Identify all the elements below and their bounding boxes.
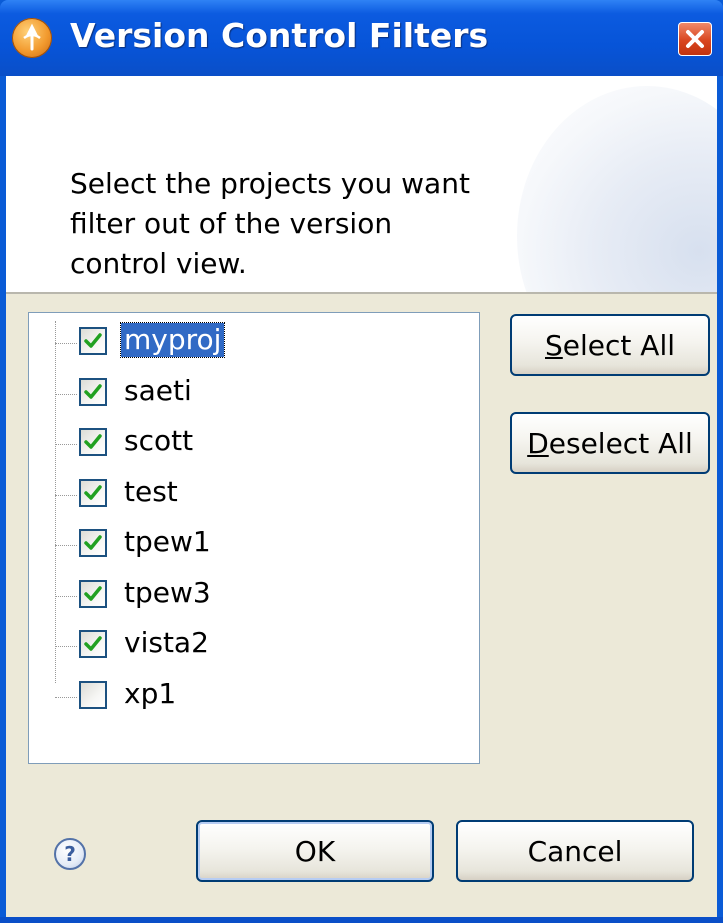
dialog-window: Version Control Filters Select the proje… <box>0 0 723 923</box>
project-name: vista2 <box>124 626 209 659</box>
deselect-all-button[interactable]: Deselect All <box>510 412 710 474</box>
message-banner: Select the projects you want filter out … <box>6 76 717 294</box>
eclipse-orange-icon <box>12 18 52 58</box>
checkbox-checked[interactable] <box>79 327 107 355</box>
checkbox-checked[interactable] <box>79 478 107 507</box>
checkmark-icon <box>84 434 102 449</box>
checkbox-checked[interactable] <box>79 529 107 557</box>
banner-graphic <box>517 86 717 292</box>
checkmark-icon <box>84 535 102 550</box>
dialog-client-area: Select the projects you want filter out … <box>6 76 717 917</box>
title-bar[interactable]: Version Control Filters <box>0 0 723 76</box>
checkmark-icon <box>84 333 102 348</box>
tree-connector <box>55 696 77 698</box>
checkmark-icon <box>84 585 102 601</box>
project-name: tpew3 <box>124 575 211 609</box>
deselect-all-mnemonic: D <box>527 426 549 460</box>
tree-connector <box>55 494 77 496</box>
checkbox-checked[interactable] <box>79 377 107 406</box>
tree-connector <box>55 343 77 344</box>
help-icon[interactable]: ? <box>54 838 86 870</box>
checkmark-icon <box>84 484 102 500</box>
cancel-button[interactable]: Cancel <box>456 820 694 882</box>
list-item[interactable]: scott <box>29 420 469 470</box>
checkmark-icon <box>84 636 102 651</box>
close-icon[interactable] <box>678 22 712 56</box>
select-all-button[interactable]: Select All <box>510 314 710 376</box>
ok-button[interactable]: OK <box>196 820 434 882</box>
window-frame-bottom <box>0 917 723 923</box>
checkmark-icon <box>84 383 102 399</box>
tree-connector <box>55 444 77 445</box>
project-name: xp1 <box>124 676 177 710</box>
tree-connector <box>55 393 77 395</box>
checkbox-checked[interactable] <box>79 630 107 658</box>
list-item[interactable]: vista2 <box>29 622 469 672</box>
list-item[interactable]: xp1 <box>29 673 469 723</box>
list-item[interactable]: tpew3 <box>29 572 469 622</box>
checkbox-unchecked[interactable] <box>79 680 107 709</box>
project-name: myproj <box>119 322 226 358</box>
select-all-label: elect All <box>562 328 675 362</box>
window-title: Version Control Filters <box>70 16 489 55</box>
project-name: saeti <box>124 373 192 407</box>
tree-connector <box>55 595 77 597</box>
tree-connector <box>55 646 77 647</box>
banner-message: Select the projects you want filter out … <box>70 167 470 280</box>
tree-connector <box>55 545 77 546</box>
checkbox-checked[interactable] <box>79 428 107 456</box>
list-item[interactable]: saeti <box>29 370 469 420</box>
checkbox-checked[interactable] <box>79 579 107 608</box>
list-item[interactable]: myproj <box>29 319 469 369</box>
list-item[interactable]: tpew1 <box>29 521 469 571</box>
project-name: scott <box>124 424 194 457</box>
project-name: test <box>124 474 178 508</box>
project-list[interactable]: myproj saeti scott test tpew1 tpew3 vista2 xp1 <box>28 312 480 764</box>
select-all-mnemonic: S <box>545 328 563 362</box>
project-name: tpew1 <box>124 525 211 558</box>
deselect-all-label: eselect All <box>548 426 693 460</box>
list-item[interactable]: test <box>29 471 469 521</box>
